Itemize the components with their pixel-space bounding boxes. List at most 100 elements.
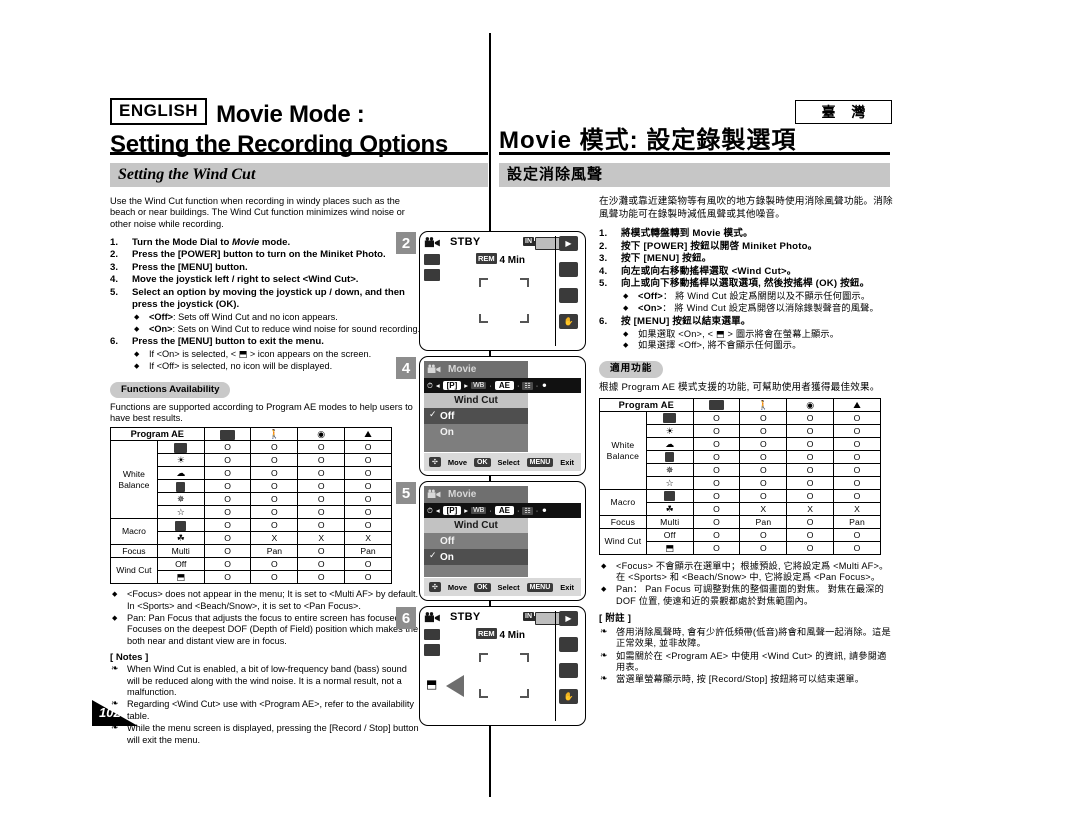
wb-icon[interactable]: WB xyxy=(471,507,487,514)
step-item: 3. 按下 [MENU] 按鈕。 xyxy=(599,253,894,265)
quality-auto-icon[interactable] xyxy=(559,637,578,652)
cell: Pan xyxy=(250,544,299,559)
cell: O xyxy=(692,411,741,425)
cell: O xyxy=(344,518,392,533)
menu-option-label: Off xyxy=(440,410,455,422)
step-number: 4. xyxy=(599,265,608,277)
menu-key[interactable]: MENU xyxy=(526,582,554,592)
availability-table-cjk: Program AE 🚶 ◉ ⛰ White Balance O O O O ☀ O O O O… xyxy=(599,398,881,555)
submenu-title: Wind Cut xyxy=(424,393,528,408)
cell: O xyxy=(203,466,252,481)
lcd-screen-menu-on: Movie ⏱ ◂ [P] ▸ WB · AE · ☷ · ⚫ Wind Cut… xyxy=(419,481,586,601)
sub-item-text: Pan: Pan Focus that adjusts the focus to… xyxy=(127,612,419,646)
focus-icon[interactable]: ☷ xyxy=(522,381,533,390)
timer-icon[interactable]: ⏱ xyxy=(427,506,433,516)
cell: O xyxy=(739,450,788,464)
joystick-icon[interactable]: ✣ xyxy=(429,457,441,467)
english-column: Use the Wind Cut function when recording… xyxy=(110,196,422,747)
menu-title-text: Movie xyxy=(448,489,477,500)
wb-hand-icon[interactable]: ✋ xyxy=(559,689,578,704)
tab-next-arrow[interactable]: ▸ xyxy=(464,506,468,515)
timer-icon[interactable]: ⏱ xyxy=(427,381,433,391)
cell: O xyxy=(297,492,346,507)
640-icon xyxy=(424,254,440,265)
cell: O xyxy=(692,515,741,529)
tab-dot: · xyxy=(516,381,520,390)
row-group-macro: Macro xyxy=(599,489,647,516)
menu-option-off[interactable]: Off xyxy=(424,533,528,549)
table-row: White Balance O O O O xyxy=(599,411,881,490)
cell: O xyxy=(297,479,346,494)
menu-option-off[interactable]: ✓ Off xyxy=(424,408,528,424)
tab-selected[interactable]: [P] xyxy=(442,506,462,515)
joystick-icon[interactable]: ✣ xyxy=(429,582,441,592)
sub-item-text: : Sets off Wind Cut and no icon appears. xyxy=(173,311,338,322)
row-group-white-balance: White Balance xyxy=(599,411,647,490)
menu-key[interactable]: MENU xyxy=(526,457,554,467)
cell: O xyxy=(203,492,252,507)
note-item: When Wind Cut is enabled, a bit of low-f… xyxy=(110,663,422,698)
tab-prev-arrow[interactable]: ◂ xyxy=(436,381,440,390)
menu-option-list: ✓ Off On xyxy=(424,408,528,452)
effect-icon[interactable]: ⚫ xyxy=(541,506,547,515)
row-icon-cell: Multi xyxy=(645,515,694,529)
note-item: 如需關於在 <Program AE> 中使用 <Wind Cut> 的資訊, 請… xyxy=(599,650,894,674)
cell: O xyxy=(203,557,252,572)
wb-daylight-icon: ☀ xyxy=(176,454,185,465)
rem-label: REM xyxy=(476,628,497,639)
menu-tab-strip[interactable]: ⏱ ◂ [P] ▸ WB · AE · ☷ · ⚫ xyxy=(424,503,581,518)
cell: O xyxy=(250,492,299,507)
menu-option-label: On xyxy=(440,426,454,438)
cell: O xyxy=(344,492,392,507)
step-item: 3. Press the [MENU] button. xyxy=(110,262,422,274)
play-icon[interactable]: ▶ xyxy=(559,236,578,251)
row-icon-cell: ☁ xyxy=(645,437,694,451)
cell: O xyxy=(297,518,346,533)
wb-fluorescent-icon xyxy=(176,481,186,492)
row-icon-cell: ☀ xyxy=(645,424,694,438)
cell: O xyxy=(739,463,788,477)
multi-af-icon[interactable] xyxy=(559,288,578,303)
multi-af-icon[interactable] xyxy=(559,663,578,678)
availability-table-en: Program AE 🚶 ◉ ⛰ White Balance O O O O ☀ O O O O… xyxy=(110,427,392,585)
menu-option-on[interactable]: ✓ On xyxy=(424,549,528,565)
lcd-side-icon-strip: ▶ ✋ xyxy=(555,611,581,721)
cell: O xyxy=(833,528,881,542)
cell: O xyxy=(786,463,835,477)
effect-icon[interactable]: ⚫ xyxy=(541,381,547,390)
step-marker-2: 2 xyxy=(396,232,416,254)
row-icon-cell xyxy=(156,440,205,455)
menu-option-on[interactable]: On xyxy=(424,424,528,440)
ae-icon[interactable]: AE xyxy=(494,506,514,515)
step-number: 4. xyxy=(110,274,119,286)
cell: O xyxy=(692,528,741,542)
sub-item-label: <Off> xyxy=(638,291,663,302)
wb-hand-icon[interactable]: ✋ xyxy=(559,314,578,329)
step-item: 5. Select an option by moving the joystic… xyxy=(110,287,422,336)
ok-key[interactable]: OK xyxy=(474,457,491,467)
step-number: 5. xyxy=(599,278,608,290)
col-head-auto-ae-icon xyxy=(203,427,252,442)
intro-text-cjk: 在沙灘或靠近建築物等有風吹的地方錄製時使用消除風聲功能。消除風聲功能可在錄製時減… xyxy=(599,196,893,220)
wind-cut-indicator-icon: ⬒ xyxy=(426,677,438,691)
focus-bracket xyxy=(520,689,529,698)
lcd-side-icon-strip: ▶ ✋ xyxy=(555,236,581,346)
cell: O xyxy=(692,502,741,516)
tab-prev-arrow[interactable]: ◂ xyxy=(436,506,440,515)
cell: O xyxy=(203,518,252,533)
wb-icon[interactable]: WB xyxy=(471,382,487,389)
tab-selected[interactable]: [P] xyxy=(442,381,462,390)
ok-key[interactable]: OK xyxy=(474,582,491,592)
focus-bracket xyxy=(520,653,529,662)
play-icon[interactable]: ▶ xyxy=(559,611,578,626)
notes-list-en: When Wind Cut is enabled, a bit of low-f… xyxy=(110,663,422,746)
step-number: 6. xyxy=(599,315,608,327)
tab-next-arrow[interactable]: ▸ xyxy=(464,381,468,390)
ae-icon[interactable]: AE xyxy=(494,381,514,390)
table-notes-cjk: <Focus> 不會顯示在選單中；根據預設, 它將設定爲 <Multi AF>。… xyxy=(599,561,894,607)
quality-auto-icon[interactable] xyxy=(559,262,578,277)
focus-icon[interactable]: ☷ xyxy=(522,506,533,515)
sub-item: <Focus> 不會顯示在選單中；根據預設, 它將設定爲 <Multi AF>。… xyxy=(599,561,894,584)
menu-tab-strip[interactable]: ⏱ ◂ [P] ▸ WB · AE · ☷ · ⚫ xyxy=(424,378,581,393)
col-head-sports-icon: 🚶 xyxy=(739,398,788,412)
